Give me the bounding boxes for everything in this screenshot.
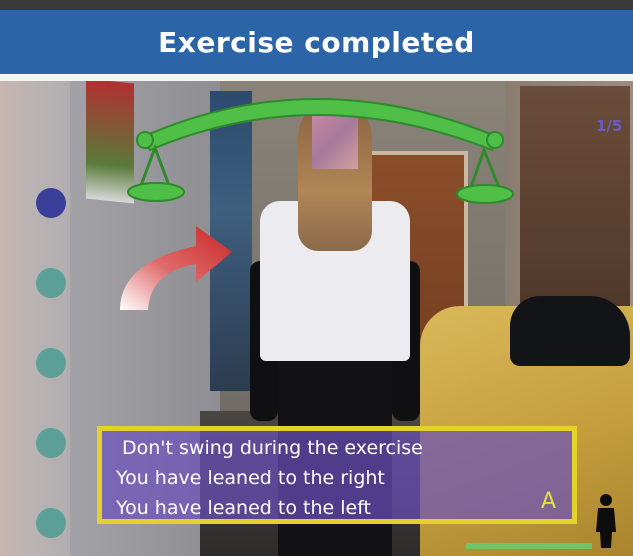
- bag: [510, 296, 630, 366]
- feedback-line: You have leaned to the right: [116, 467, 385, 489]
- user-face-blurred: [312, 111, 358, 169]
- progress-dot: [36, 188, 66, 218]
- status-bar: [466, 543, 592, 549]
- wall-poster: [86, 81, 134, 204]
- title-divider: [0, 74, 633, 81]
- feedback-line: Don't swing during the exercise: [122, 437, 423, 459]
- progress-dot: [36, 428, 66, 458]
- top-strip: [0, 0, 633, 10]
- page-title: Exercise completed: [158, 25, 475, 59]
- progress-dot: [36, 348, 66, 378]
- title-bar: Exercise completed: [0, 10, 633, 74]
- wall-tapestry: [210, 91, 252, 391]
- exercise-progress-indicator: [36, 188, 66, 548]
- repetition-counter: 1/5: [596, 117, 623, 135]
- feedback-line: You have leaned to the left: [116, 497, 371, 519]
- progress-dot: [36, 268, 66, 298]
- progress-dot: [36, 508, 66, 538]
- exercise-screen: Exercise completed 1/5 Don't swing durin…: [0, 0, 633, 556]
- feedback-panel: Don't swing during the exercise You have…: [97, 426, 577, 524]
- feedback-grade: A: [540, 489, 556, 514]
